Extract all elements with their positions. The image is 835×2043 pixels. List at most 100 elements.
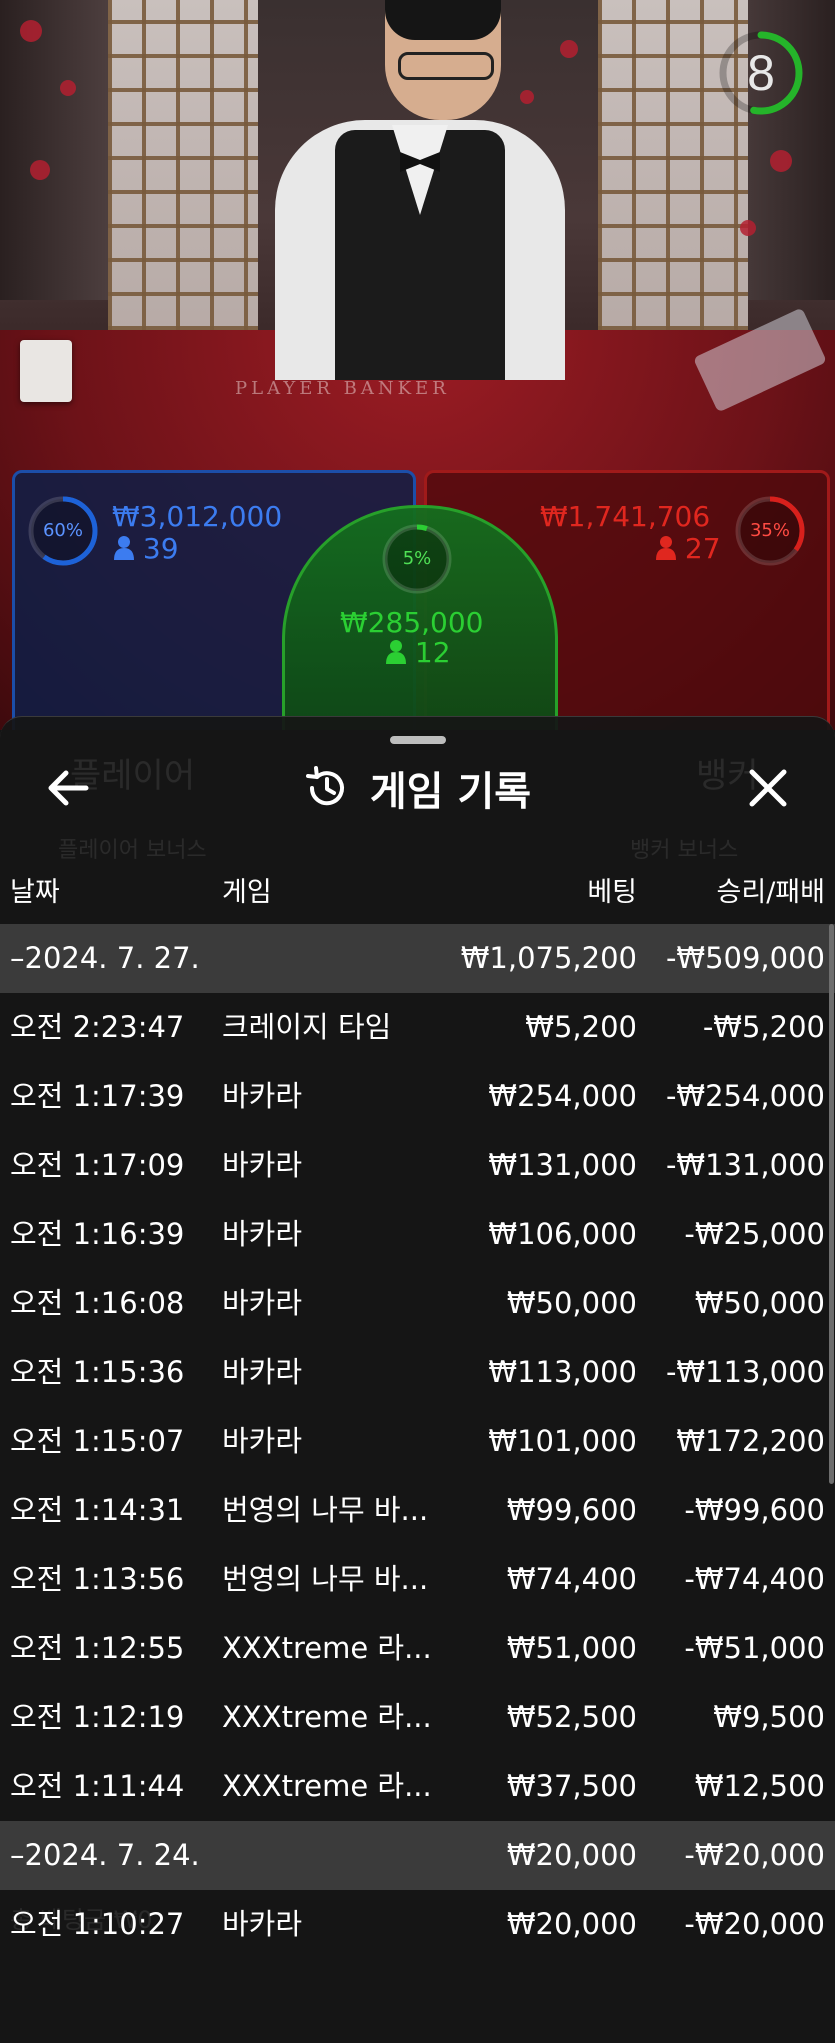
row-game: XXXtreme 라... [222, 1631, 432, 1665]
row-bet: ₩51,000 [506, 1631, 637, 1665]
row-bet: ₩131,000 [488, 1148, 637, 1182]
close-icon[interactable] [746, 766, 790, 810]
banker-amount: ₩1,741,706 [540, 500, 711, 533]
row-result: ₩12,500 [694, 1769, 825, 1803]
row-result: -₩25,000 [684, 1217, 825, 1251]
sheet-title-text: 게임 기록 [369, 769, 532, 815]
row-bet: ₩20,000 [506, 1907, 637, 1941]
row-bet: ₩106,000 [488, 1217, 637, 1251]
row-result: -₩131,000 [665, 1148, 825, 1182]
history-date-group-row[interactable]: –2024. 7. 27. ₩1,075,200 -₩509,000 [0, 924, 835, 993]
tie-amount: ₩285,000 [340, 606, 484, 639]
history-entry-row[interactable]: 오전 1:17:09 바카라 ₩131,000 -₩131,000 [0, 1131, 835, 1200]
row-game: 바카라 [222, 1907, 303, 1941]
row-result: ₩50,000 [694, 1286, 825, 1320]
history-entry-row[interactable]: 오전 1:10:27 바카라 ₩20,000 -₩20,000 [0, 1890, 835, 1959]
row-bet: ₩5,200 [525, 1010, 637, 1044]
row-result: ₩172,200 [676, 1424, 825, 1458]
blossom [520, 90, 534, 104]
blossom [740, 220, 756, 236]
row-game: 바카라 [222, 1424, 303, 1458]
column-header-result: 승리/패배 [716, 877, 825, 908]
person-icon [114, 536, 134, 560]
tie-count: 12 [386, 636, 451, 669]
sheet-title: 게임 기록 [0, 760, 835, 816]
row-game: 바카라 [222, 1355, 303, 1389]
row-game: XXXtreme 라... [222, 1769, 432, 1803]
row-game: XXXtreme 라... [222, 1700, 432, 1734]
row-game: 바카라 [222, 1148, 303, 1182]
column-header-game: 게임 [222, 877, 272, 908]
history-entry-row[interactable]: 오전 1:12:19 XXXtreme 라... ₩52,500 ₩9,500 [0, 1683, 835, 1752]
banker-count: 27 [656, 532, 721, 565]
row-result: ₩9,500 [713, 1700, 825, 1734]
row-result: -₩509,000 [665, 941, 825, 975]
player-count-value: 39 [142, 532, 179, 565]
row-bet: ₩52,500 [506, 1700, 637, 1734]
row-date: –2024. 7. 27. [10, 941, 200, 975]
row-result: -₩5,200 [702, 1010, 825, 1044]
history-entry-row[interactable]: 오전 1:15:36 바카라 ₩113,000 -₩113,000 [0, 1338, 835, 1407]
row-result: -₩51,000 [684, 1631, 825, 1665]
row-date: 오전 1:12:19 [10, 1700, 185, 1734]
tie-count-value: 12 [414, 636, 451, 669]
bg-banker-bonus: 뱅커 보너스 [630, 838, 739, 863]
history-entry-row[interactable]: 오전 1:14:31 번영의 나무 바... ₩99,600 -₩99,600 [0, 1476, 835, 1545]
history-scrollbar[interactable] [829, 924, 834, 1484]
banker-percent: 35% [749, 520, 790, 541]
live-video: PLAYER BANKER 8 60% ₩3,012,000 39 35% ₩1… [0, 0, 835, 730]
person-icon [656, 536, 676, 560]
row-date: 오전 2:23:47 [10, 1010, 185, 1044]
tie-percent: 5% [402, 548, 432, 569]
row-result: -₩20,000 [684, 1838, 825, 1872]
person-icon [386, 640, 406, 664]
countdown-timer: 8 [747, 45, 775, 101]
player-count: 39 [114, 532, 179, 565]
history-entry-row[interactable]: 오전 1:15:07 바카라 ₩101,000 ₩172,200 [0, 1407, 835, 1476]
history-list[interactable]: –2024. 7. 27. ₩1,075,200 -₩509,000 오전 2:23:… [0, 924, 835, 1959]
history-entry-row[interactable]: 오전 1:17:39 바카라 ₩254,000 -₩254,000 [0, 1062, 835, 1131]
row-bet: ₩74,400 [506, 1562, 637, 1596]
row-game: 바카라 [222, 1217, 303, 1251]
blossom [560, 40, 578, 58]
row-date: 오전 1:15:07 [10, 1424, 185, 1458]
blossom [20, 20, 42, 42]
dealer-hair [385, 0, 501, 40]
row-date: 오전 1:16:08 [10, 1286, 185, 1320]
row-date: –2024. 7. 24. [10, 1838, 200, 1872]
row-result: -₩99,600 [684, 1493, 825, 1527]
history-entry-row[interactable]: 오전 1:12:55 XXXtreme 라... ₩51,000 -₩51,000 [0, 1614, 835, 1683]
row-bet: ₩37,500 [506, 1769, 637, 1803]
history-entry-row[interactable]: 오전 1:11:44 XXXtreme 라... ₩37,500 ₩12,500 [0, 1752, 835, 1821]
row-date: 오전 1:14:31 [10, 1493, 185, 1527]
row-game: 번영의 나무 바... [222, 1493, 429, 1527]
row-date: 오전 1:17:39 [10, 1079, 185, 1113]
row-date: 오전 1:16:39 [10, 1217, 185, 1251]
sheet-drag-handle[interactable] [390, 736, 446, 744]
row-date: 오전 1:12:55 [10, 1631, 185, 1665]
lattice-screen-left [108, 0, 258, 330]
row-bet: ₩99,600 [506, 1493, 637, 1527]
blossom [30, 160, 50, 180]
column-header-bet: 베팅 [587, 877, 637, 908]
row-game: 크레이지 타임 [222, 1010, 392, 1044]
row-date: 오전 1:17:09 [10, 1148, 185, 1182]
row-bet: ₩1,075,200 [460, 941, 637, 975]
row-date: 오전 1:13:56 [10, 1562, 185, 1596]
player-percent: 60% [42, 520, 83, 541]
row-date: 오전 1:15:36 [10, 1355, 185, 1389]
row-bet: ₩113,000 [488, 1355, 637, 1389]
history-column-headers: 날짜 게임 베팅 승리/패배 [0, 870, 835, 914]
row-bet: ₩101,000 [488, 1424, 637, 1458]
history-entry-row[interactable]: 오전 2:23:47 크레이지 타임 ₩5,200 -₩5,200 [0, 993, 835, 1062]
banker-count-value: 27 [684, 532, 721, 565]
history-entry-row[interactable]: 오전 1:13:56 번영의 나무 바... ₩74,400 -₩74,400 [0, 1545, 835, 1614]
history-date-group-row[interactable]: –2024. 7. 24. ₩20,000 -₩20,000 [0, 1821, 835, 1890]
row-result: -₩113,000 [665, 1355, 825, 1389]
history-entry-row[interactable]: 오전 1:16:08 바카라 ₩50,000 ₩50,000 [0, 1269, 835, 1338]
row-date: 오전 1:11:44 [10, 1769, 185, 1803]
history-entry-row[interactable]: 오전 1:16:39 바카라 ₩106,000 -₩25,000 [0, 1200, 835, 1269]
row-game: 번영의 나무 바... [222, 1562, 429, 1596]
table-felt-text: PLAYER BANKER [235, 378, 450, 399]
dealer-glasses [398, 52, 494, 80]
